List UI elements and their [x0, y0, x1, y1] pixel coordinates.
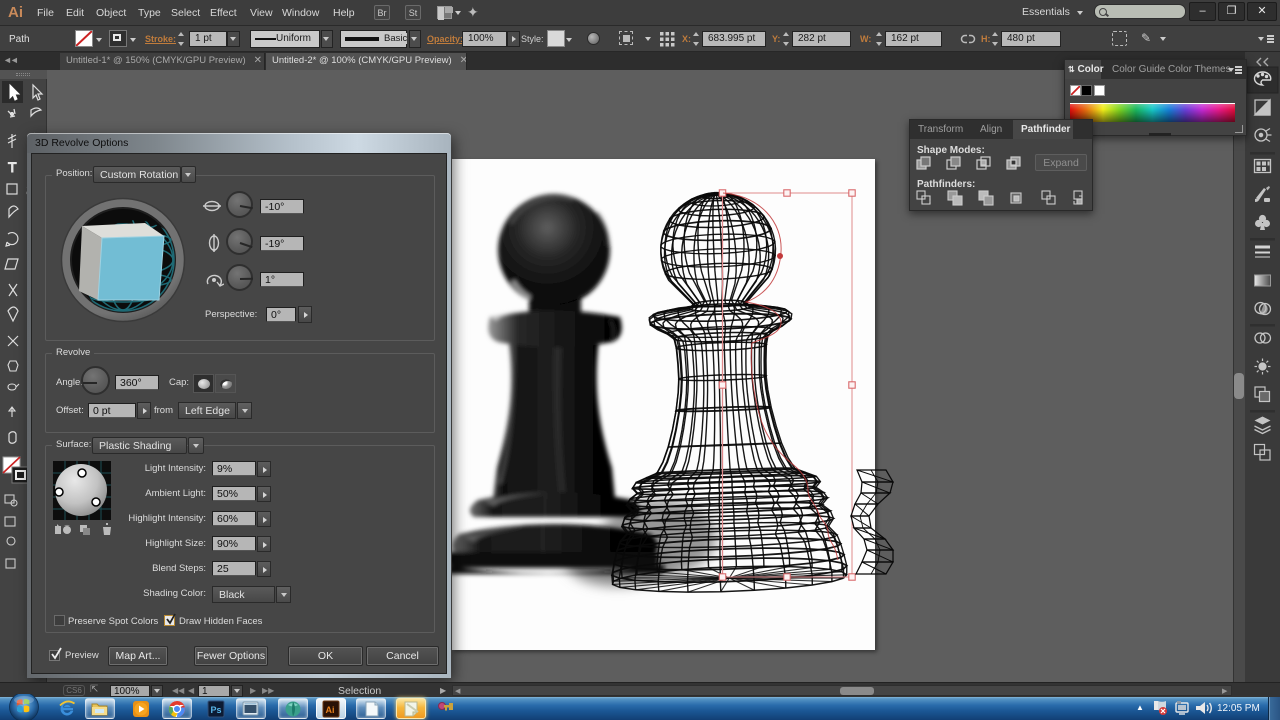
- svg-text:Ai: Ai: [326, 705, 335, 715]
- svg-text:Ps: Ps: [211, 705, 222, 715]
- svg-text:T: T: [8, 159, 17, 175]
